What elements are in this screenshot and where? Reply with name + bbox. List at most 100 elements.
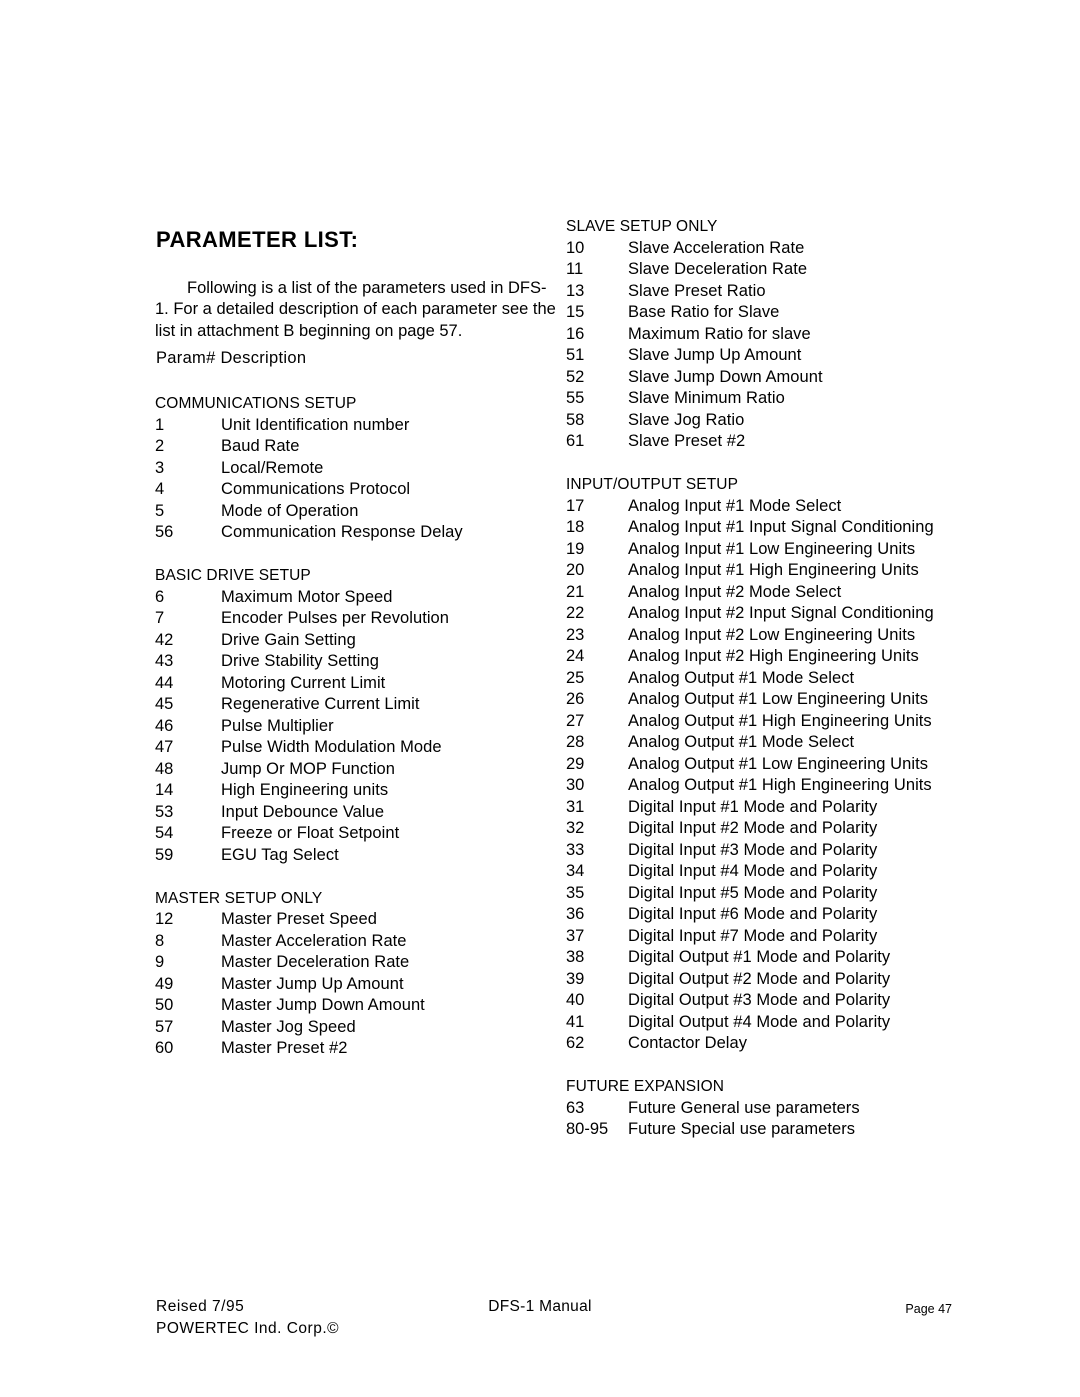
parameter-row: 26 Analog Output #1 Low Engineering Units bbox=[566, 689, 996, 711]
parameter-description: Master Deceleration Rate bbox=[221, 953, 410, 971]
parameter-row: 51 Slave Jump Up Amount bbox=[566, 345, 996, 367]
parameter-row: 49 Master Jump Up Amount bbox=[155, 974, 565, 996]
parameter-number: 9 bbox=[155, 953, 165, 971]
parameter-row: 13 Slave Preset Ratio bbox=[566, 281, 996, 303]
parameter-description: Analog Input #1 Mode Select bbox=[628, 496, 842, 515]
parameter-number: 80-95 bbox=[566, 1120, 609, 1138]
parameter-number: 36 bbox=[566, 905, 585, 923]
parameter-description: Drive Stability Setting bbox=[221, 652, 379, 670]
parameter-row: 60 Master Preset #2 bbox=[155, 1038, 565, 1060]
page-title: PARAMETER LIST: bbox=[156, 226, 359, 252]
parameter-row: 8 Master Acceleration Rate bbox=[155, 931, 565, 953]
parameter-row: 46 Pulse Multiplier bbox=[155, 716, 565, 738]
parameter-number: 26 bbox=[566, 690, 585, 708]
parameter-row: 7 Encoder Pulses per Revolution bbox=[155, 608, 565, 630]
parameter-number: 8 bbox=[155, 931, 165, 950]
parameter-row: 27 Analog Output #1 High Engineering Unit… bbox=[566, 711, 996, 733]
parameter-description: Unit Identification number bbox=[221, 415, 410, 434]
parameter-rows: 6 Maximum Motor Speed 7 Encoder Pulses per … bbox=[155, 587, 565, 867]
parameter-row: 31 Digital Input #1 Mode and Polarity bbox=[566, 797, 996, 819]
parameter-section: BASIC DRIVE SETUP 6 Maximum Motor Speed 7 En… bbox=[155, 565, 565, 866]
parameter-description: Digital Input #7 Mode and Polarity bbox=[628, 926, 878, 945]
parameter-number: 3 bbox=[155, 458, 165, 477]
parameter-number: 58 bbox=[566, 410, 585, 429]
section-title: COMMUNICATIONS SETUP bbox=[155, 395, 357, 412]
parameter-description: Future Special use parameters bbox=[628, 1120, 856, 1138]
parameter-description: Input Debounce Value bbox=[221, 802, 385, 821]
parameter-number: 61 bbox=[566, 432, 585, 450]
section-title: FUTURE EXPANSION bbox=[566, 1078, 725, 1095]
parameter-row: 12 Master Preset Speed bbox=[155, 909, 565, 931]
parameter-number: 56 bbox=[155, 523, 174, 541]
parameter-row: 43 Drive Stability Setting bbox=[155, 651, 565, 673]
parameter-description: Slave Jump Up Amount bbox=[628, 346, 802, 364]
parameter-row: 16 Maximum Ratio for slave bbox=[566, 324, 996, 346]
parameter-description: Slave Minimum Ratio bbox=[628, 389, 785, 407]
parameter-number: 45 bbox=[155, 695, 174, 713]
parameter-row: 37 Digital Input #7 Mode and Polarity bbox=[566, 926, 996, 948]
parameter-number: 62 bbox=[566, 1034, 585, 1052]
parameter-row: 59 EGU Tag Select bbox=[155, 845, 565, 867]
parameter-row: 36 Digital Input #6 Mode and Polarity bbox=[566, 904, 996, 926]
parameter-description: Maximum Ratio for slave bbox=[628, 324, 811, 343]
parameter-rows: 63 Future General use parameters 80-95 Futu… bbox=[566, 1098, 996, 1141]
parameter-row: 58 Slave Jog Ratio bbox=[566, 410, 996, 432]
section-title: MASTER SETUP ONLY bbox=[155, 889, 323, 907]
parameter-number: 48 bbox=[155, 759, 174, 778]
parameter-description: Motoring Current Limit bbox=[221, 673, 386, 692]
parameter-number: 28 bbox=[566, 733, 585, 751]
parameter-section: COMMUNICATIONS SETUP 1 Unit Identification… bbox=[155, 393, 565, 544]
parameter-description: Master Jump Down Amount bbox=[221, 996, 425, 1014]
parameter-row: 44 Motoring Current Limit bbox=[155, 673, 565, 695]
parameter-number: 52 bbox=[566, 367, 585, 386]
parameter-description: Digital Output #1 Mode and Polarity bbox=[628, 948, 891, 966]
parameter-row: 6 Maximum Motor Speed bbox=[155, 587, 565, 609]
parameter-description: Slave Deceleration Rate bbox=[628, 260, 808, 278]
parameter-number: 60 bbox=[155, 1039, 174, 1057]
parameter-description: Analog Output #1 Mode Select bbox=[628, 733, 855, 751]
parameter-number: 31 bbox=[566, 797, 585, 816]
parameter-number: 35 bbox=[566, 883, 585, 902]
parameter-description: Digital Input #4 Mode and Polarity bbox=[628, 862, 878, 880]
parameter-number: 5 bbox=[155, 501, 165, 520]
parameter-row: 80-95 Future Special use parameters bbox=[566, 1119, 996, 1141]
parameter-description: Analog Input #2 Input Signal Conditionin… bbox=[628, 604, 934, 622]
parameter-number: 41 bbox=[566, 1012, 585, 1031]
parameter-number: 63 bbox=[566, 1098, 585, 1117]
parameter-description: Master Preset Speed bbox=[221, 910, 377, 928]
parameter-number: 2 bbox=[155, 437, 165, 455]
parameter-description: Master Acceleration Rate bbox=[221, 931, 407, 950]
parameter-number: 10 bbox=[566, 238, 585, 257]
parameter-row: 11 Slave Deceleration Rate bbox=[566, 259, 996, 281]
parameter-number: 21 bbox=[566, 582, 585, 601]
footer-page-number: Page 47 bbox=[905, 1302, 952, 1316]
parameter-number: 38 bbox=[566, 948, 585, 966]
parameter-number: 4 bbox=[155, 480, 165, 498]
parameter-description: Local/Remote bbox=[221, 458, 324, 477]
section-title: SLAVE SETUP ONLY bbox=[566, 218, 718, 235]
parameter-row: 24 Analog Input #2 High Engineering Units bbox=[566, 646, 996, 668]
parameter-row: 55 Slave Minimum Ratio bbox=[566, 388, 996, 410]
parameter-row: 19 Analog Input #1 Low Engineering Units bbox=[566, 539, 996, 561]
parameter-row: 10 Slave Acceleration Rate bbox=[566, 238, 996, 260]
parameter-description: Base Ratio for Slave bbox=[628, 303, 780, 321]
section-title: BASIC DRIVE SETUP bbox=[155, 567, 311, 584]
parameter-row: 2 Baud Rate bbox=[155, 436, 565, 458]
param-list-heading: Param# Description bbox=[156, 349, 307, 367]
parameter-row: 54 Freeze or Float Setpoint bbox=[155, 823, 565, 845]
parameter-number: 19 bbox=[566, 539, 585, 558]
parameter-number: 55 bbox=[566, 389, 585, 407]
parameter-description: Pulse Multiplier bbox=[221, 716, 334, 735]
parameter-rows: 17 Analog Input #1 Mode Select 18 Analog In… bbox=[566, 496, 996, 1055]
parameter-description: Slave Acceleration Rate bbox=[628, 238, 805, 257]
parameter-row: 45 Regenerative Current Limit bbox=[155, 694, 565, 716]
parameter-description: Analog Output #1 High Engineering Units bbox=[628, 776, 932, 794]
parameter-description: Analog Output #1 Low Engineering Units bbox=[628, 690, 929, 708]
parameter-description: Regenerative Current Limit bbox=[221, 695, 420, 713]
parameter-number: 44 bbox=[155, 673, 174, 692]
parameter-number: 7 bbox=[155, 609, 165, 627]
parameter-number: 20 bbox=[566, 561, 585, 579]
parameter-row: 32 Digital Input #2 Mode and Polarity bbox=[566, 818, 996, 840]
parameter-description: Analog Input #1 Low Engineering Units bbox=[628, 539, 916, 558]
parameter-number: 6 bbox=[155, 587, 165, 606]
